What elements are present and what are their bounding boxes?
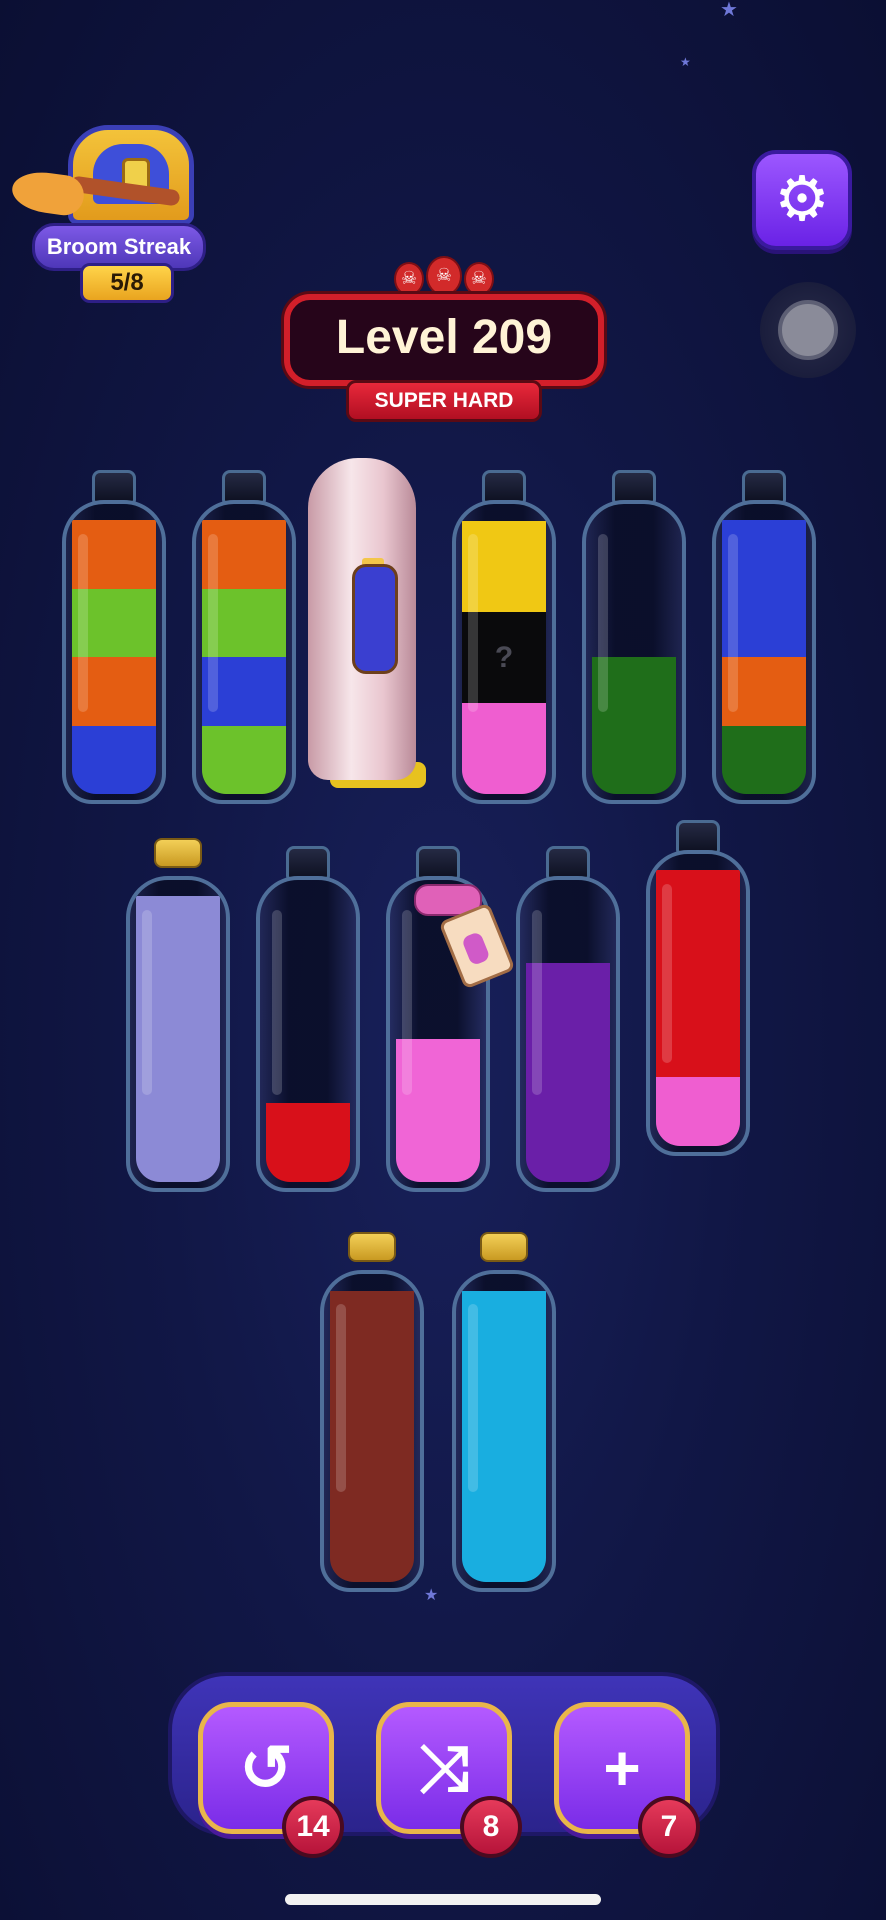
bottle-glass <box>62 500 166 804</box>
gear-icon: ⚙ <box>774 165 830 234</box>
add-bottle-count-badge: 7 <box>638 1796 700 1858</box>
glass-shine <box>78 534 88 712</box>
level-title: Level 209 <box>335 311 553 364</box>
bottle-glass <box>192 500 296 804</box>
bottle-glass <box>582 500 686 804</box>
bottle-neck <box>546 846 590 880</box>
star-icon: ★ <box>720 0 738 21</box>
liquid-layer <box>656 1077 740 1146</box>
bottle[interactable] <box>516 846 620 1192</box>
glass-shine <box>662 884 672 1063</box>
glass-shine <box>468 534 478 712</box>
bottle-glass <box>452 1270 556 1592</box>
skull-icon: ☠ <box>426 256 462 296</box>
bottle[interactable] <box>582 470 686 804</box>
potion-hint-icon <box>352 564 398 674</box>
bottle-neck <box>482 470 526 504</box>
bottle[interactable] <box>256 846 360 1192</box>
difficulty-label: SUPER HARD <box>346 380 542 422</box>
bottle-glass <box>126 876 230 1192</box>
glass-shine <box>728 534 738 712</box>
undo-count-badge: 14 <box>282 1796 344 1858</box>
cork-icon <box>348 1232 396 1262</box>
shuffle-icon: ⤨ <box>418 1732 470 1804</box>
bottle[interactable] <box>192 470 296 804</box>
broom-icon <box>9 163 181 218</box>
glass-shine <box>402 910 412 1095</box>
liquid-layer <box>72 725 156 794</box>
bottle[interactable] <box>646 820 750 1156</box>
broom-streak-progress: 5/8 <box>80 263 174 303</box>
liquid <box>266 1103 350 1182</box>
bottle-neck <box>222 470 266 504</box>
bottle-glass <box>256 876 360 1192</box>
star-icon: ★ <box>680 55 691 69</box>
star-icon: ★ <box>424 1587 439 1604</box>
liquid-layer <box>266 1103 350 1182</box>
bottle-neck <box>676 820 720 854</box>
glass-shine <box>208 534 218 712</box>
bottle-neck <box>92 470 136 504</box>
broom-streak[interactable]: Broom Streak 5/8 <box>9 115 210 305</box>
home-indicator[interactable] <box>285 1894 601 1905</box>
bottle-glass <box>320 1270 424 1592</box>
bottle[interactable] <box>712 470 816 804</box>
bottle[interactable] <box>320 1232 424 1592</box>
bottle-neck <box>416 846 460 880</box>
record-indicator[interactable] <box>760 282 856 378</box>
undo-icon: ↺ <box>239 1732 293 1804</box>
bottle-neck <box>286 846 330 880</box>
glass-shine <box>272 910 282 1095</box>
bottle-neck <box>612 470 656 504</box>
glass-shine <box>532 910 542 1095</box>
bottle[interactable] <box>126 838 230 1192</box>
bottle[interactable] <box>62 470 166 804</box>
bottle-glass: ? <box>452 500 556 804</box>
glass-shine <box>468 1304 478 1493</box>
glass-shine <box>142 910 152 1095</box>
liquid-layer <box>462 703 546 794</box>
liquid-layer <box>202 725 286 794</box>
bottle[interactable] <box>452 1232 556 1592</box>
bottle-glass <box>646 850 750 1156</box>
bottle-neck <box>742 470 786 504</box>
cork-icon <box>480 1232 528 1262</box>
bottle-glass <box>712 500 816 804</box>
level-banner: Level 209 <box>284 294 604 386</box>
cork-icon <box>154 838 202 868</box>
bottle-glass <box>516 876 620 1192</box>
glass-shine <box>336 1304 346 1493</box>
skull-icon: ☠ <box>463 262 494 296</box>
record-dot-icon <box>778 300 838 360</box>
settings-button[interactable]: ⚙ <box>752 150 852 250</box>
difficulty-skulls: ☠ ☠ ☠ <box>394 256 494 298</box>
shuffle-count-badge: 8 <box>460 1796 522 1858</box>
glass-shine <box>598 534 608 712</box>
add-bottle-icon: + <box>603 1732 641 1804</box>
bottle[interactable]: ? <box>452 470 556 804</box>
skull-icon: ☠ <box>394 262 425 296</box>
liquid-layer <box>722 725 806 794</box>
